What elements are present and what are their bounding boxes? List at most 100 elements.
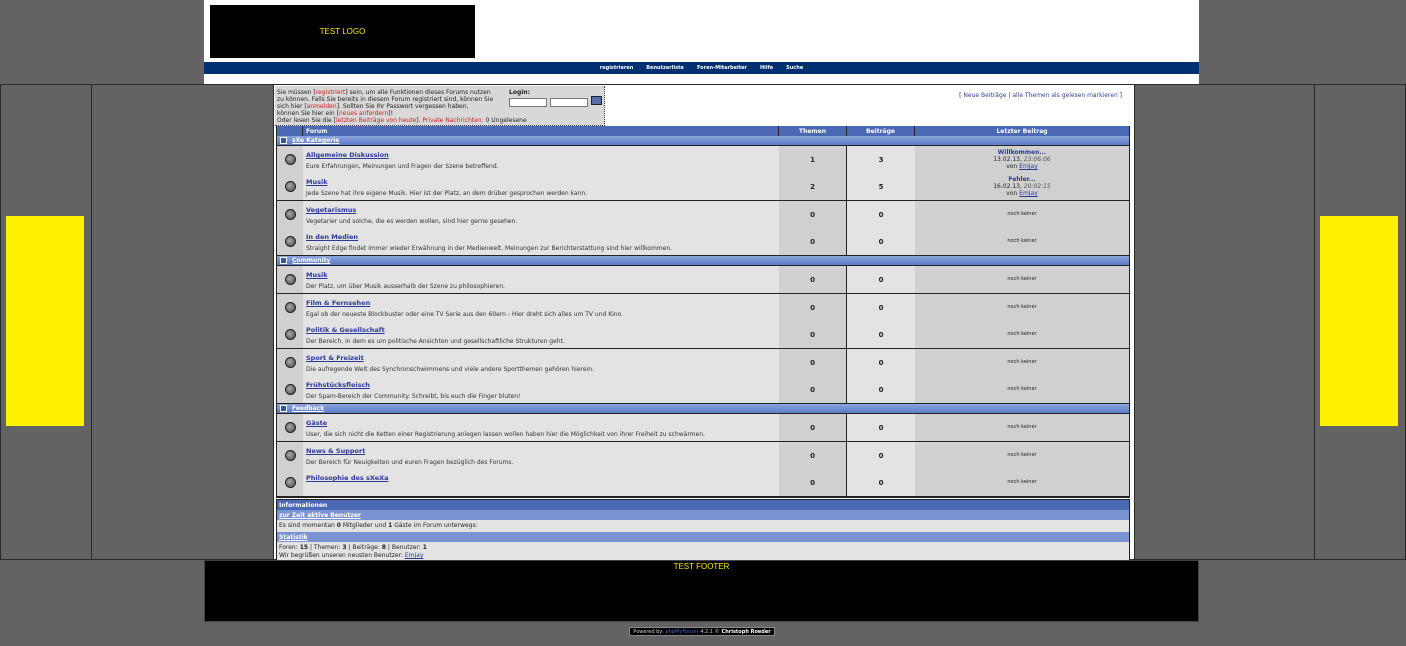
forum-description: Der Platz, um über Musik ausserhalb der … xyxy=(306,283,505,290)
mark-all-read-link[interactable]: alle Themen als gelesen markieren xyxy=(1012,92,1117,99)
nav-foren-mitarbeiter[interactable]: Foren-Mitarbeiter xyxy=(697,65,747,71)
forum-cell: Politik & Gesellschaft Der Bereich, in de… xyxy=(303,321,779,348)
header-letzter-beitrag: Letzter Beitrag xyxy=(996,127,1048,135)
forum-row: Vegetarismus Vegetarier und solche, die e… xyxy=(277,201,1129,228)
category-title[interactable]: sXe Kategorie xyxy=(292,137,339,144)
forum-cell: Allgemeine Diskussion Eure Erfahrungen, M… xyxy=(303,146,779,173)
last-post-cell: noch keiner xyxy=(915,442,1129,469)
no-posts-label: noch keiner xyxy=(1007,331,1037,337)
forum-table-header: Forum Themen Beiträge Letzter Beitrag xyxy=(277,126,1129,136)
no-posts-label: noch keiner xyxy=(1007,359,1037,365)
forum-row: Film & Fernsehen Egal ob der neueste Bloc… xyxy=(277,294,1129,321)
last-post-title[interactable]: Willkommen... xyxy=(998,149,1046,156)
forum-group: Film & Fernsehen Egal ob der neueste Bloc… xyxy=(277,294,1129,349)
forum-name-link[interactable]: News & Support xyxy=(306,447,779,459)
forum-status-icon xyxy=(284,329,296,340)
password-input[interactable] xyxy=(550,98,588,107)
collapse-toggle-icon[interactable] xyxy=(280,405,287,412)
forum-row: Allgemeine Diskussion Eure Erfahrungen, M… xyxy=(277,146,1129,173)
phpmyforum-link[interactable]: phpMyForum xyxy=(666,629,699,635)
forum-status-icon xyxy=(284,384,296,395)
forum-name-link[interactable]: Philosophie des sXeXa xyxy=(306,474,779,486)
no-posts-label: noch keiner xyxy=(1007,424,1037,430)
login-link[interactable]: anmelden xyxy=(307,103,337,110)
private-messages-count: 0 Ungelesene xyxy=(485,117,527,124)
forum-name-link[interactable]: Politik & Gesellschaft xyxy=(306,326,779,338)
last-post-title[interactable]: Fehler... xyxy=(1008,176,1035,183)
forum-name-link[interactable]: Allgemeine Diskussion xyxy=(306,151,779,163)
active-users-header[interactable]: zur Zeit aktive Benutzer xyxy=(277,510,1129,520)
forum-row: Musik Jede Szene hat ihre eigene Musik. H… xyxy=(277,173,1129,200)
nav-suche[interactable]: Suche xyxy=(786,65,803,71)
forum-status-icon xyxy=(284,450,296,461)
forum-status-icon xyxy=(284,274,296,285)
page-footer: TEST FOOTER xyxy=(204,560,1199,622)
forum-name-link[interactable]: Gäste xyxy=(306,419,779,431)
forum-name-link[interactable]: Sport & Freizeit xyxy=(306,354,779,366)
last-post-cell: noch keiner xyxy=(915,321,1129,348)
last-post-cell: noch keiner xyxy=(915,228,1129,255)
forum-status-cell xyxy=(277,228,303,255)
forum-cell: Gäste User, die sich nicht die Ketten ein… xyxy=(303,414,779,441)
forum-description: Die aufregende Welt des Synchronschwimme… xyxy=(306,366,594,373)
category-title[interactable]: Feedback xyxy=(292,405,324,412)
beitraege-count: 0 xyxy=(847,376,915,403)
forum-body: sXe Kategorie Allgemeine Diskussion Eure E… xyxy=(277,136,1129,497)
last-post-author-link[interactable]: EmJay xyxy=(1019,190,1038,197)
beitraege-count: 0 xyxy=(847,201,915,228)
last-post-cell: Fehler... 16.02.13, 20:02:15 von EmJay xyxy=(915,173,1129,200)
forum-row: Musik Der Platz, um über Musik ausserhalb… xyxy=(277,266,1129,293)
last-post-date: 13.02.13, 23:06:06 xyxy=(993,156,1051,163)
username-input[interactable] xyxy=(509,98,547,107)
forum-cell: Film & Fernsehen Egal ob der neueste Bloc… xyxy=(303,294,779,321)
forum-description: Der Spam-Bereich der Community. Schreibt… xyxy=(306,393,521,400)
forum-row: Politik & Gesellschaft Der Bereich, in de… xyxy=(277,321,1129,348)
forum-name-link[interactable]: In den Medien xyxy=(306,233,779,245)
login-submit-button[interactable] xyxy=(591,96,602,105)
forum-row: News & Support Der Bereich für Neuigkeite… xyxy=(277,442,1129,469)
beitraege-count: 0 xyxy=(847,349,915,376)
private-messages-link[interactable]: Private Nachrichten: xyxy=(422,117,483,124)
right-banner-ad[interactable] xyxy=(1320,216,1398,426)
forum-description: User, die sich nicht die Ketten einer Re… xyxy=(306,431,705,438)
password-request-link[interactable]: neues anfordern xyxy=(339,110,388,117)
nav-benutzerliste[interactable]: Benutzerliste xyxy=(646,65,684,71)
beitraege-count: 0 xyxy=(847,266,915,293)
new-posts-link[interactable]: Neue Beiträge xyxy=(963,92,1006,99)
forum-name-link[interactable]: Musik xyxy=(306,271,779,283)
forum-content: Sie müssen [registriert] sein, um alle F… xyxy=(273,84,1135,563)
forum-cell: Vegetarismus Vegetarier und solche, die e… xyxy=(303,201,779,228)
last-post-cell: noch keiner xyxy=(915,294,1129,321)
forum-row: Sport & Freizeit Die aufregende Welt des … xyxy=(277,349,1129,376)
forum-status-icon xyxy=(284,236,296,247)
forum-name-link[interactable]: Film & Fernsehen xyxy=(306,299,779,311)
forum-status-icon xyxy=(284,302,296,313)
newest-user-link[interactable]: EmJay xyxy=(405,552,424,559)
left-banner-ad[interactable] xyxy=(6,216,84,426)
forum-name-link[interactable]: Vegetarismus xyxy=(306,206,779,218)
header-themen: Themen xyxy=(779,126,847,136)
last-post-author: von EmJay xyxy=(1006,190,1038,197)
forum-name-link[interactable]: Frühstücksfleisch xyxy=(306,381,779,393)
statistics-text: Foren: 15 | Themen: 3 | Beiträge: 8 | Be… xyxy=(277,542,1129,562)
forum-name-link[interactable]: Musik xyxy=(306,178,779,190)
no-posts-label: noch keiner xyxy=(1007,452,1037,458)
forum-status-cell xyxy=(277,173,303,200)
collapse-toggle-icon[interactable] xyxy=(280,137,287,144)
nav-registrieren[interactable]: registrieren xyxy=(600,65,634,71)
statistics-header[interactable]: Statistik xyxy=(277,532,1129,542)
nav-hilfe[interactable]: Hilfe xyxy=(760,65,773,71)
todays-posts-link[interactable]: letzten Beiträge von heute xyxy=(336,117,416,124)
forum-group: Sport & Freizeit Die aufregende Welt des … xyxy=(277,349,1129,404)
site-logo[interactable]: TEST LOGO xyxy=(210,5,475,58)
forum-status-cell xyxy=(277,442,303,469)
register-link[interactable]: registriert xyxy=(316,89,346,96)
beitraege-count: 0 xyxy=(847,228,915,255)
last-post-author-link[interactable]: EmJay xyxy=(1019,163,1038,170)
category-row: sXe Kategorie xyxy=(277,136,1129,146)
no-posts-label: noch keiner xyxy=(1007,276,1037,282)
collapse-toggle-icon[interactable] xyxy=(280,257,287,264)
right-inner-frame xyxy=(1134,84,1315,560)
forum-status-icon xyxy=(284,154,296,165)
category-title[interactable]: Community xyxy=(292,257,330,264)
